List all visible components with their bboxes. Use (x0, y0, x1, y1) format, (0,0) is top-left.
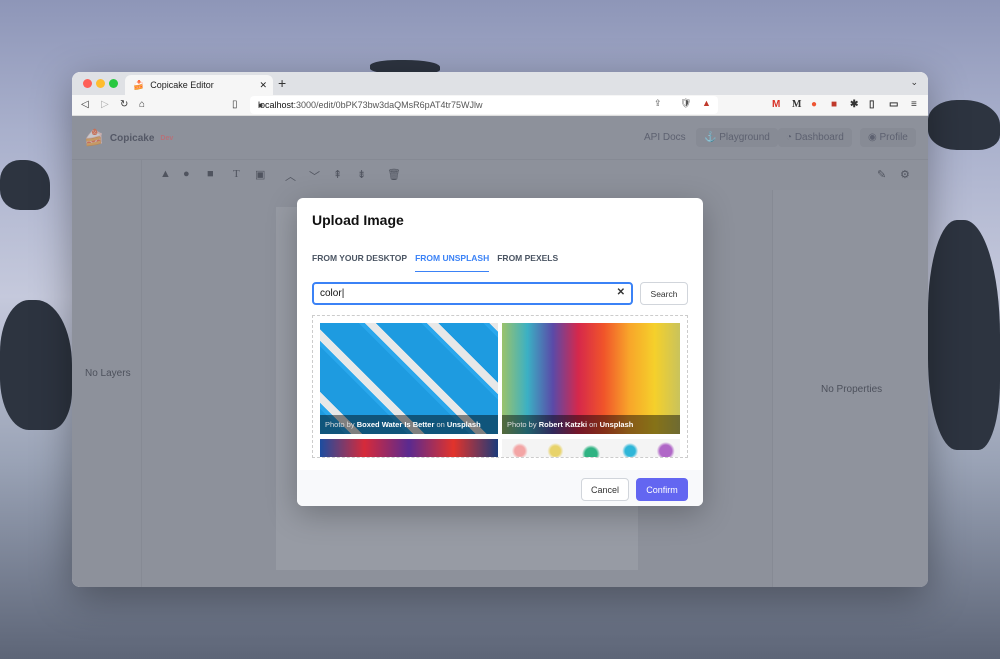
nav-bar: ◁ ▷ ↻ ⌂ ▯ ● localhost:3000/edit/0bPK73bw… (72, 95, 928, 116)
browser-tab[interactable]: 🍰 Copicake Editor ✕ (125, 75, 273, 95)
no-layers-text: No Layers (85, 368, 131, 379)
extension-icon[interactable]: ● (811, 99, 817, 110)
menu-icon[interactable]: ≡ (911, 99, 917, 110)
nav-profile[interactable]: ◉ Profile (860, 128, 916, 147)
extension-icon[interactable]: ■ (831, 99, 837, 110)
search-input[interactable]: color| ✕ (312, 282, 633, 305)
modal-title: Upload Image (312, 212, 404, 228)
tab-bar: 🍰 Copicake Editor ✕ + ⌄ (72, 72, 928, 95)
close-window-button[interactable] (83, 79, 92, 88)
tab-from-pexels[interactable]: FROM PEXELS (497, 253, 558, 272)
move-bottom-icon[interactable]: ⇟ (357, 168, 366, 181)
back-icon[interactable]: ◁ (81, 99, 89, 110)
nav-dashboard[interactable]: ◔ Dashboard (778, 128, 852, 147)
cake-favicon-icon: 🍰 (133, 79, 145, 90)
background-rock (928, 220, 1000, 450)
layers-panel: No Layers (72, 160, 142, 587)
share-icon[interactable]: ⇪ (654, 98, 662, 109)
photo-boxed-water[interactable]: Photo by Boxed Water Is Better on Unspla… (320, 323, 498, 434)
search-button[interactable]: Search (640, 282, 688, 305)
background-rock (0, 160, 50, 210)
gmail-extension-icon[interactable]: M (772, 99, 780, 110)
background-rock (928, 100, 1000, 150)
cake-logo-icon: 🍰 (84, 130, 104, 147)
no-properties-text: No Properties (821, 384, 883, 395)
triangle-icon[interactable]: ▲ (160, 168, 171, 180)
move-up-icon[interactable]: ︿ (285, 168, 296, 184)
photo-ink[interactable] (502, 439, 680, 457)
square-icon[interactable]: ■ (207, 168, 214, 180)
tab-title: Copicake Editor (150, 80, 214, 90)
wallet-icon[interactable]: ▭ (889, 99, 898, 110)
photo-rainbow[interactable]: Photo by Robert Katzki on Unsplash (502, 323, 680, 434)
clear-search-icon[interactable]: ✕ (617, 287, 625, 298)
brand-name: Copicake (109, 132, 155, 144)
puzzle-icon[interactable]: ✱ (850, 99, 858, 110)
new-tab-icon[interactable]: + (278, 75, 286, 91)
tab-from-desktop[interactable]: FROM YOUR DESKTOP (312, 253, 407, 272)
dev-badge: Dev (160, 134, 174, 142)
upload-image-modal: Upload Image FROM YOUR DESKTOP FROM UNSP… (297, 198, 703, 506)
minimize-window-button[interactable] (96, 79, 105, 88)
text-icon[interactable]: T (233, 168, 240, 180)
url-path: :3000/edit/0bPK73bw3daQMsR6pAT4tr75WJlw (293, 100, 483, 110)
move-top-icon[interactable]: ⇞ (333, 168, 342, 181)
circle-icon[interactable]: ● (183, 168, 190, 180)
address-bar[interactable]: ● localhost:3000/edit/0bPK73bw3daQMsR6pA… (250, 96, 718, 114)
brush-icon[interactable]: ✎ (877, 168, 886, 181)
move-down-icon[interactable]: ﹀ (309, 168, 320, 184)
sidebar-icon[interactable]: ▯ (869, 99, 875, 110)
nav-api-docs[interactable]: API Docs (636, 128, 694, 147)
cancel-button[interactable]: Cancel (581, 478, 629, 501)
photo-grid[interactable]: Photo by Boxed Water Is Better on Unspla… (312, 315, 688, 458)
brave-rewards-icon[interactable]: ▲ (702, 98, 711, 108)
photo-credit: Photo by Robert Katzki on Unsplash (502, 415, 680, 434)
source-tabs: FROM YOUR DESKTOP FROM UNSPLASH FROM PEX… (312, 253, 558, 272)
logo[interactable]: 🍰 Copicake Dev (84, 128, 173, 148)
bookmark-icon[interactable]: ▯ (232, 99, 238, 110)
forward-icon[interactable]: ▷ (101, 99, 109, 110)
properties-panel: No Properties (772, 190, 928, 587)
image-icon[interactable]: ▣ (255, 168, 265, 181)
settings-gear-icon[interactable]: ⚙ (900, 168, 910, 181)
reload-icon[interactable]: ↻ (120, 99, 128, 110)
tab-list-chevron-icon[interactable]: ⌄ (910, 77, 918, 88)
confirm-button[interactable]: Confirm (636, 478, 688, 501)
tab-from-unsplash[interactable]: FROM UNSPLASH (415, 253, 490, 272)
medium-extension-icon[interactable]: M (792, 99, 801, 110)
modal-footer: Cancel Confirm (297, 470, 703, 506)
background-rock (0, 300, 72, 430)
home-icon[interactable]: ⌂ (139, 99, 145, 110)
trash-icon[interactable]: 🗑 (387, 168, 401, 181)
url-host: localhost (258, 100, 294, 110)
brave-shield-icon[interactable]: 🛡 (680, 98, 691, 109)
photo-credit: Photo by Boxed Water Is Better on Unspla… (320, 415, 498, 434)
close-tab-icon[interactable]: ✕ (259, 80, 267, 91)
editor-toolbar: ▲ ● ■ T ▣ ︿ ﹀ ⇞ ⇟ 🗑 ✎ ⚙ (142, 160, 928, 190)
app-header: 🍰 Copicake Dev API Docs ⚓ Playground ◔ D… (72, 116, 928, 160)
maximize-window-button[interactable] (109, 79, 118, 88)
nav-playground[interactable]: ⚓ Playground (696, 128, 778, 147)
photo-paint[interactable] (320, 439, 498, 457)
